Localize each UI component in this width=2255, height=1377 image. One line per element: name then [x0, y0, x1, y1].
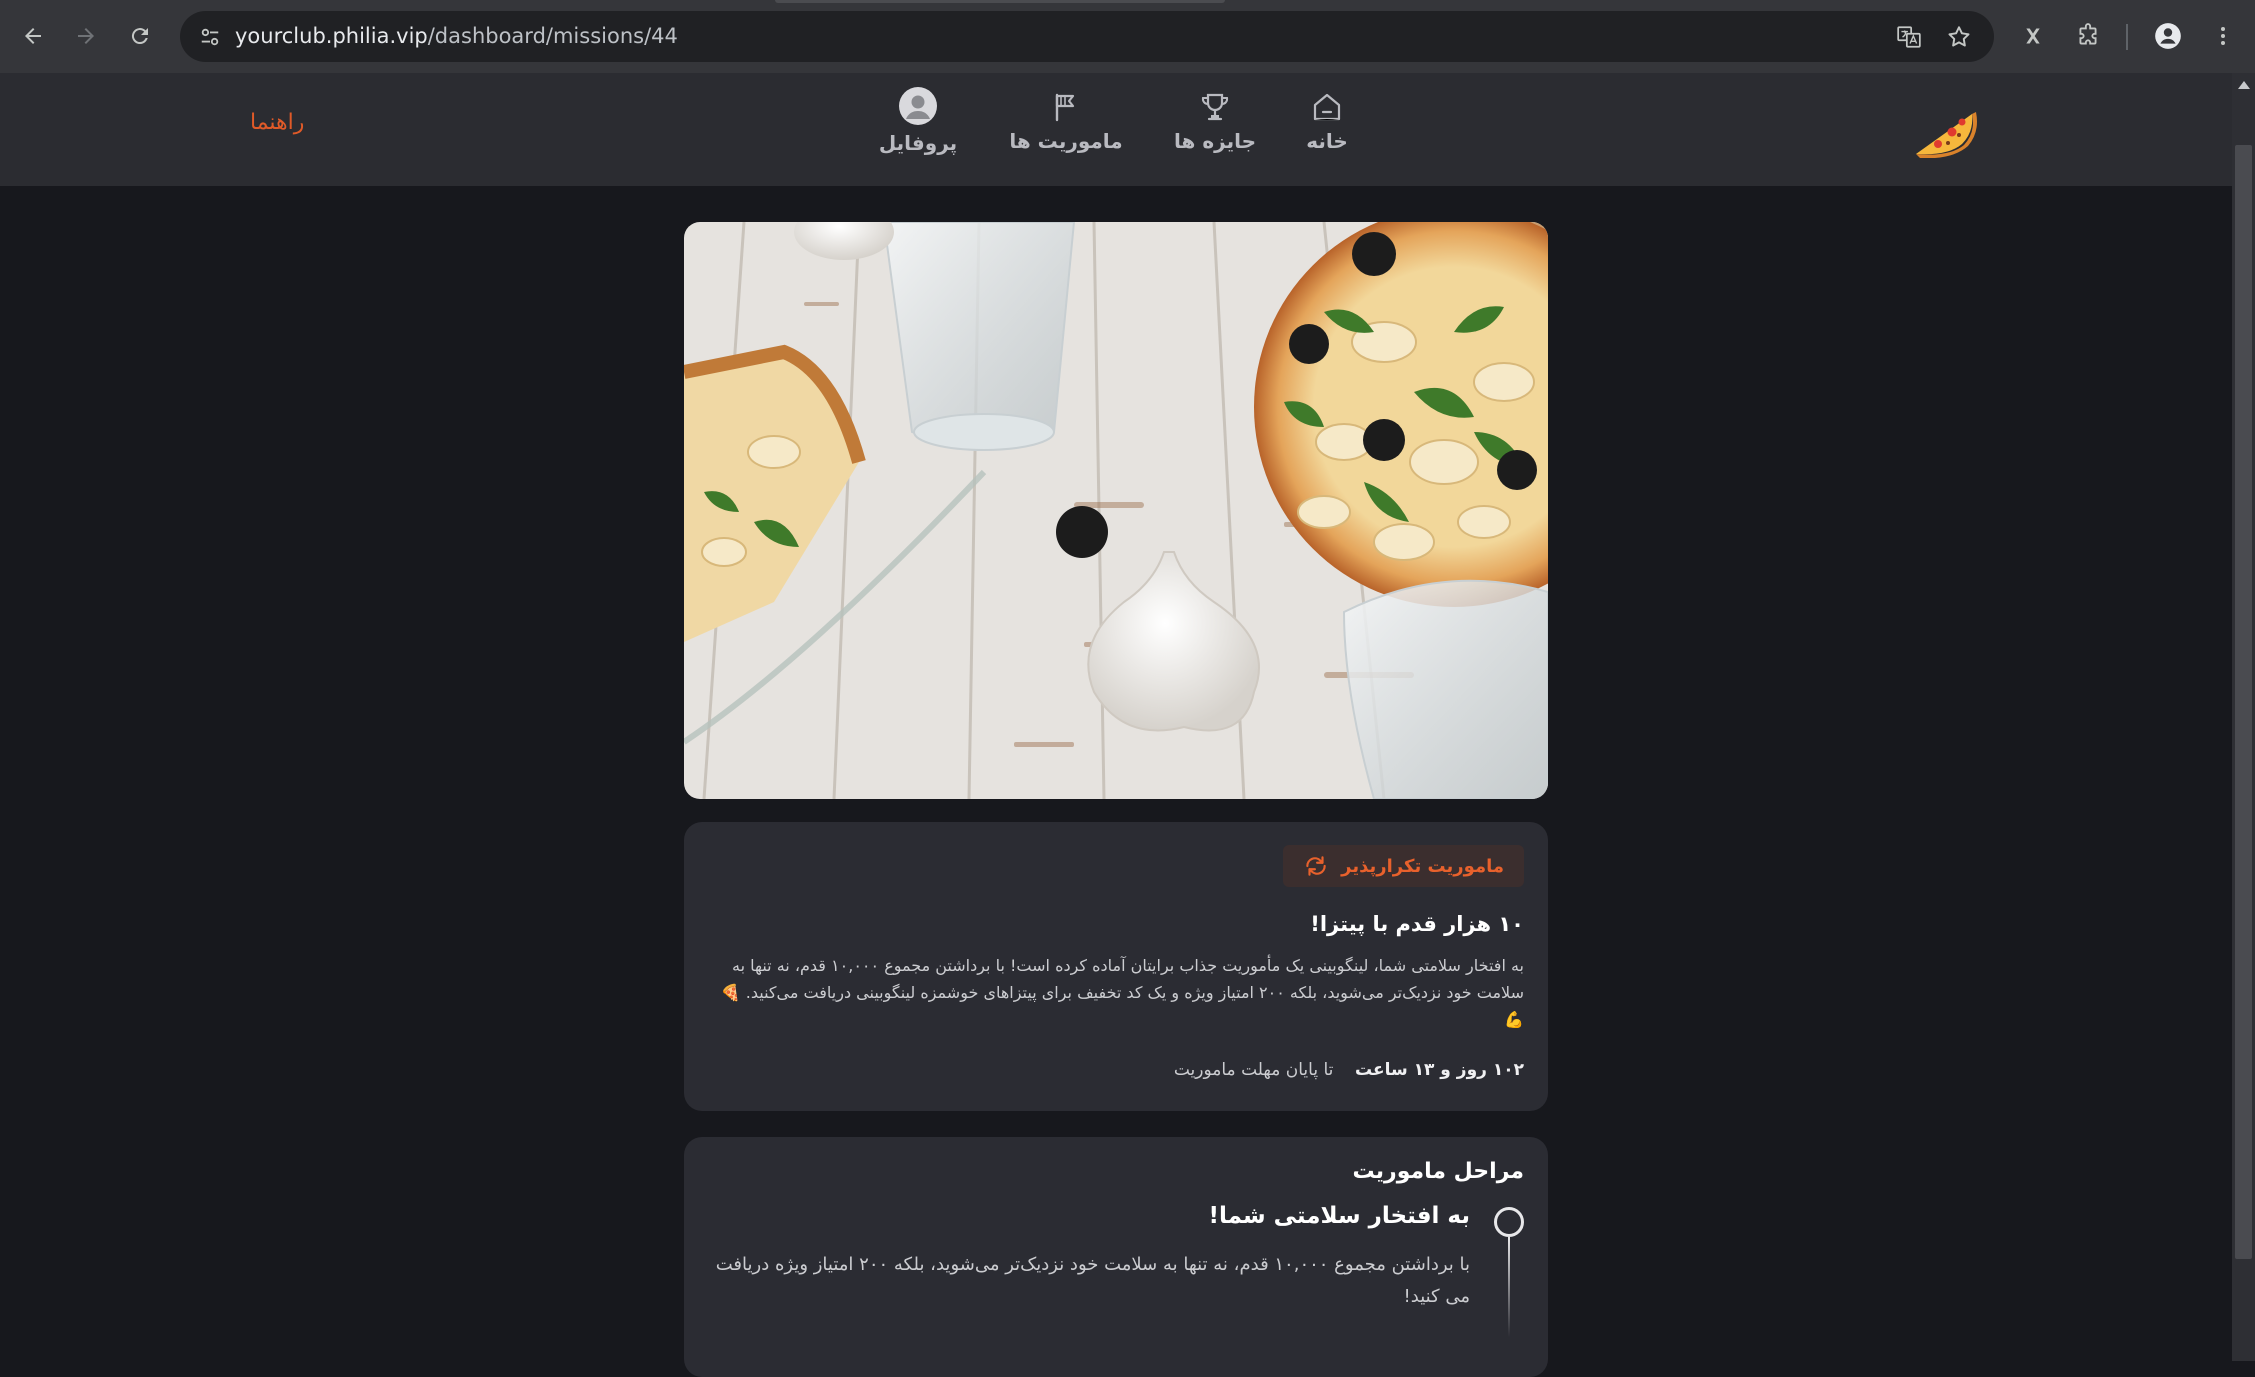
nav-missions-label: ماموریت ها — [1009, 129, 1123, 153]
mission-hero-image — [684, 222, 1548, 799]
site-header: خانه جایزه ها ماموریت ها پروفایل راهنما — [0, 73, 2232, 186]
repeatable-mission-badge: ماموریت تکرارپذیر — [1283, 845, 1524, 887]
extension-x-button[interactable] — [2015, 18, 2051, 54]
flag-icon — [1055, 93, 1075, 122]
browser-menu-button[interactable] — [2205, 18, 2241, 54]
badge-label: ماموریت تکرارپذیر — [1341, 855, 1504, 877]
repeat-icon — [1306, 856, 1326, 876]
mission-info-card: ماموریت تکرارپذیر ۱۰ هزار قدم با پیتزا! … — [684, 822, 1548, 1111]
bookmark-star-icon[interactable] — [1944, 22, 1974, 52]
reload-button[interactable] — [122, 18, 158, 54]
trophy-icon — [1201, 93, 1229, 121]
mission-title: ۱۰ هزار قدم با پیتزا! — [1310, 912, 1524, 936]
puzzle-icon — [2079, 23, 2097, 45]
forward-arrow-icon — [78, 28, 94, 44]
x-extension-icon — [2026, 28, 2040, 44]
step-description: با برداشتن مجموع ۱۰,۰۰۰ قدم، نه تنها به … — [715, 1254, 1470, 1307]
account-icon — [2155, 23, 2181, 49]
forward-button[interactable] — [68, 18, 104, 54]
steps-title: مراحل ماموریت — [1352, 1159, 1524, 1184]
tab-indicator — [775, 0, 1225, 3]
pizza-logo[interactable] — [1912, 98, 1978, 159]
deadline-value: ۱۰۲ روز و ۱۳ ساعت — [1354, 1060, 1524, 1080]
nav-missions[interactable]: ماموریت ها — [1008, 89, 1124, 153]
nav-prizes-label: جایزه ها — [1173, 129, 1257, 153]
home-icon — [1313, 93, 1341, 121]
guide-link[interactable]: راهنما — [250, 110, 304, 135]
address-bar[interactable]: yourclub.philia.vip/dashboard/missions/4… — [180, 11, 1994, 62]
mission-steps-card: مراحل ماموریت به افتخار سلامتی شما! با ب… — [684, 1137, 1548, 1377]
nav-prizes[interactable]: جایزه ها — [1170, 89, 1260, 153]
avatar-icon — [899, 87, 937, 125]
kebab-menu-icon — [2221, 27, 2225, 45]
url-path: /dashboard/missions/44 — [427, 24, 678, 48]
nav-profile-label: پروفایل — [878, 131, 958, 155]
url-text[interactable]: yourclub.philia.vip/dashboard/missions/4… — [235, 23, 678, 49]
nav-home-label: خانه — [1306, 129, 1348, 153]
browser-toolbar: yourclub.philia.vip/dashboard/missions/4… — [0, 0, 2255, 73]
scroll-up-arrow-icon[interactable] — [2238, 81, 2250, 89]
mission-deadline: ۱۰۲ روز و ۱۳ ساعت تا پایان مهلت ماموریت — [1174, 1060, 1524, 1080]
reload-icon — [131, 28, 148, 45]
site-info-icon[interactable] — [196, 23, 224, 51]
nav-profile[interactable]: پروفایل — [876, 87, 960, 155]
deadline-text: تا پایان مهلت ماموریت — [1173, 1060, 1334, 1080]
profile-button[interactable] — [2150, 18, 2186, 54]
mission-description: به افتخار سلامتی شما، لینگوبینی یک مأمور… — [720, 956, 1524, 1029]
nav-home[interactable]: خانه — [1297, 89, 1357, 153]
page-scrollbar[interactable] — [2232, 73, 2255, 1361]
step-marker-icon — [1494, 1207, 1524, 1237]
toolbar-separator — [2126, 24, 2128, 50]
scroll-thumb[interactable] — [2235, 145, 2252, 1259]
step-title: به افتخار سلامتی شما! — [1208, 1203, 1470, 1229]
step-timeline-line — [1508, 1237, 1510, 1337]
extensions-button[interactable] — [2070, 18, 2106, 54]
back-arrow-icon — [25, 28, 41, 44]
url-host: yourclub.philia.vip — [235, 24, 428, 48]
translate-icon[interactable] — [1894, 22, 1924, 52]
back-button[interactable] — [15, 18, 51, 54]
